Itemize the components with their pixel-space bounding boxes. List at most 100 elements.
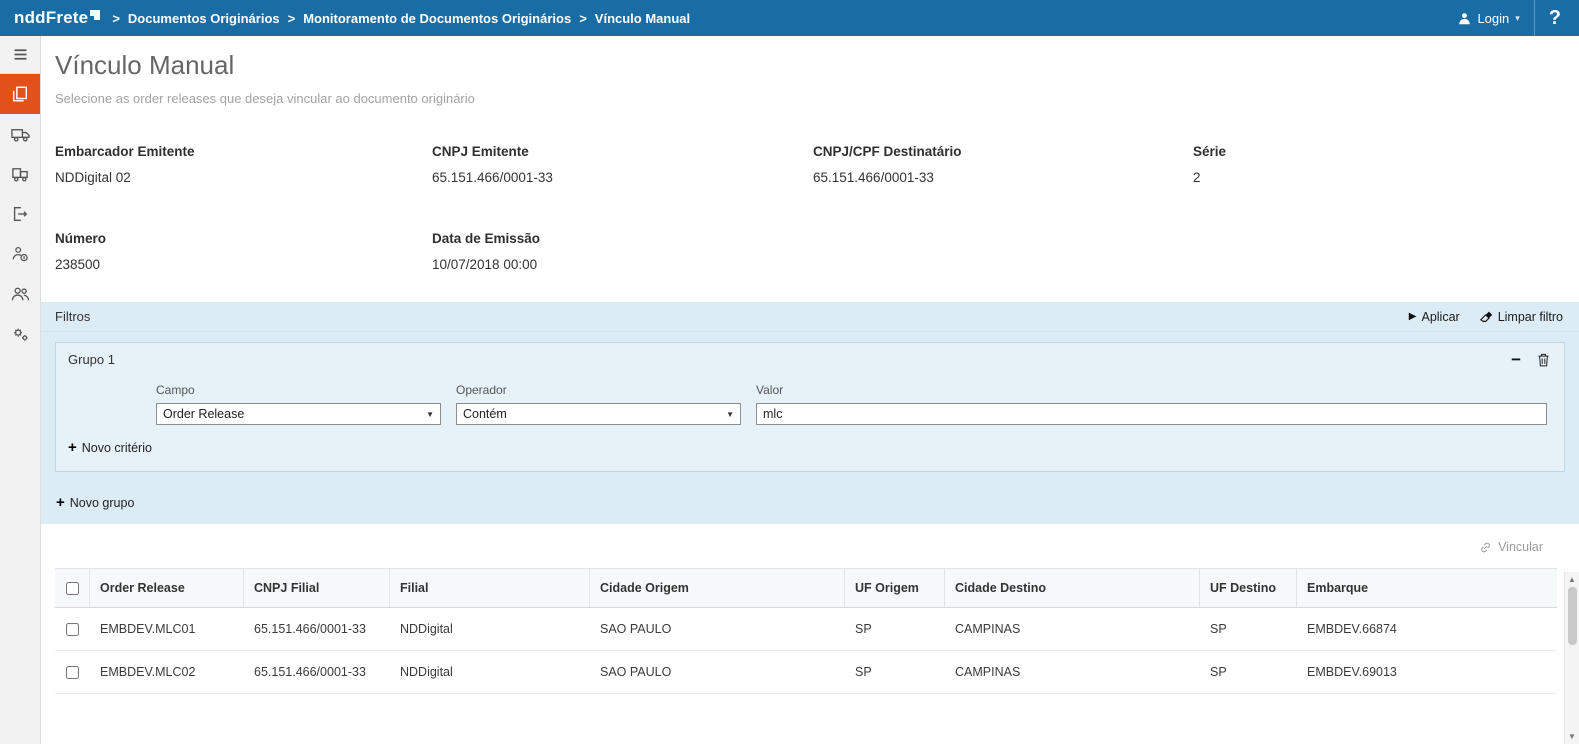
table-row[interactable]: EMBDEV.MLC0165.151.466/0001-33NDDigitalS… bbox=[55, 608, 1557, 651]
row-checkbox-cell[interactable] bbox=[55, 651, 90, 693]
scrollbar-thumb[interactable] bbox=[1568, 587, 1577, 645]
column-header[interactable]: Cidade Destino bbox=[945, 569, 1200, 607]
filters-title: Filtros bbox=[55, 309, 90, 324]
column-header[interactable]: Order Release bbox=[90, 569, 244, 607]
operador-selected-value: Contém bbox=[463, 407, 507, 421]
logo[interactable]: nddFrete bbox=[0, 8, 112, 28]
table-cell: 65.151.466/0001-33 bbox=[244, 651, 390, 693]
valor-input[interactable] bbox=[756, 403, 1547, 425]
column-header[interactable]: UF Destino bbox=[1200, 569, 1297, 607]
operador-label: Operador bbox=[456, 383, 741, 397]
field-label: CNPJ/CPF Destinatário bbox=[813, 144, 1193, 159]
table-header: Order ReleaseCNPJ FilialFilialCidade Ori… bbox=[55, 568, 1557, 608]
column-header[interactable]: Embarque bbox=[1297, 569, 1557, 607]
table-cell: SP bbox=[1200, 608, 1297, 650]
breadcrumb-item-monitoramento[interactable]: Monitoramento de Documentos Originários bbox=[303, 11, 571, 26]
sidebar-item-settings[interactable] bbox=[0, 314, 40, 354]
campo-selected-value: Order Release bbox=[163, 407, 244, 421]
table-cell: CAMPINAS bbox=[945, 651, 1200, 693]
field-embarcador-emitente: Embarcador Emitente NDDigital 02 bbox=[55, 144, 432, 185]
play-icon: ▶ bbox=[1409, 311, 1417, 322]
column-header[interactable]: CNPJ Filial bbox=[244, 569, 390, 607]
sidebar-item-documents[interactable] bbox=[0, 74, 40, 114]
page-title: Vínculo Manual bbox=[55, 50, 1565, 81]
breadcrumb: > Documentos Originários > Monitoramento… bbox=[112, 11, 690, 26]
sidebar-item-users[interactable] bbox=[0, 274, 40, 314]
export-icon bbox=[11, 205, 29, 223]
field-value: 65.151.466/0001-33 bbox=[813, 170, 1193, 185]
help-button[interactable]: ? bbox=[1534, 0, 1579, 36]
breadcrumb-item-vinculo-manual[interactable]: Vínculo Manual bbox=[595, 11, 690, 26]
scroll-up-arrow[interactable]: ▲ bbox=[1565, 572, 1579, 587]
table-row[interactable]: EMBDEV.MLC0265.151.466/0001-33NDDigitalS… bbox=[55, 651, 1557, 694]
login-button[interactable]: Login ▾ bbox=[1444, 0, 1533, 36]
chevron-down-icon: ▾ bbox=[1515, 13, 1520, 24]
sidebar-item-menu[interactable] bbox=[0, 36, 40, 74]
row-checkbox-cell[interactable] bbox=[55, 608, 90, 650]
results-table: Order ReleaseCNPJ FilialFilialCidade Ori… bbox=[55, 568, 1557, 694]
filter-group: Grupo 1 − Campo Order Release ▼ bbox=[55, 342, 1565, 472]
field-numero: Número 238500 bbox=[55, 231, 432, 272]
field-value: 65.151.466/0001-33 bbox=[432, 170, 813, 185]
new-group-button[interactable]: + Novo grupo bbox=[41, 472, 134, 524]
vertical-scrollbar[interactable]: ▲ ▼ bbox=[1564, 572, 1579, 744]
sidebar-item-truck[interactable] bbox=[0, 114, 40, 154]
table-cell: SP bbox=[845, 608, 945, 650]
document-details: Embarcador Emitente NDDigital 02 CNPJ Em… bbox=[41, 144, 1579, 272]
eraser-icon bbox=[1480, 310, 1493, 323]
table-cell: EMBDEV.69013 bbox=[1297, 651, 1557, 693]
table-cell: NDDigital bbox=[390, 651, 590, 693]
select-arrow-icon: ▼ bbox=[720, 410, 734, 419]
table-cell: SAO PAULO bbox=[590, 608, 845, 650]
field-label: Série bbox=[1193, 144, 1565, 159]
valor-label: Valor bbox=[756, 383, 1547, 397]
driver-payment-icon bbox=[11, 245, 29, 263]
vincular-label: Vincular bbox=[1498, 540, 1543, 554]
delete-group-button[interactable] bbox=[1537, 353, 1550, 367]
user-icon bbox=[1458, 12, 1471, 25]
row-checkbox[interactable] bbox=[66, 666, 79, 679]
table-cell: EMBDEV.66874 bbox=[1297, 608, 1557, 650]
page-subtitle: Selecione as order releases que deseja v… bbox=[55, 91, 1565, 106]
plus-icon: + bbox=[68, 442, 77, 454]
settings-gears-icon bbox=[11, 325, 30, 344]
table-cell: 65.151.466/0001-33 bbox=[244, 608, 390, 650]
scroll-down-arrow[interactable]: ▼ bbox=[1565, 729, 1579, 744]
new-criterion-label: Novo critério bbox=[82, 441, 152, 455]
sidebar-item-export[interactable] bbox=[0, 194, 40, 234]
sidebar-item-fleet[interactable] bbox=[0, 154, 40, 194]
field-label: CNPJ Emitente bbox=[432, 144, 813, 159]
new-criterion-button[interactable]: + Novo critério bbox=[56, 425, 164, 471]
select-all-cell[interactable] bbox=[55, 569, 90, 607]
row-checkbox[interactable] bbox=[66, 623, 79, 636]
clear-filter-label: Limpar filtro bbox=[1498, 310, 1563, 324]
plus-icon: + bbox=[56, 497, 65, 509]
sidebar-item-driver-payment[interactable] bbox=[0, 234, 40, 274]
vincular-button[interactable]: Vincular bbox=[1479, 540, 1543, 554]
column-header[interactable]: UF Origem bbox=[845, 569, 945, 607]
field-value: NDDigital 02 bbox=[55, 170, 432, 185]
table-cell: CAMPINAS bbox=[945, 608, 1200, 650]
field-value: 2 bbox=[1193, 170, 1565, 185]
fleet-truck-icon bbox=[11, 165, 30, 184]
column-header[interactable]: Cidade Origem bbox=[590, 569, 845, 607]
users-icon bbox=[11, 285, 30, 304]
field-value: 238500 bbox=[55, 257, 432, 272]
campo-select[interactable]: Order Release ▼ bbox=[156, 403, 441, 425]
filters-section: Filtros ▶ Aplicar Limpar filtro Grupo 1 bbox=[41, 302, 1579, 524]
select-all-checkbox[interactable] bbox=[66, 582, 79, 595]
column-header[interactable]: Filial bbox=[390, 569, 590, 607]
table-cell: SP bbox=[845, 651, 945, 693]
apply-filter-label: Aplicar bbox=[1421, 310, 1459, 324]
breadcrumb-item-documentos-originarios[interactable]: Documentos Originários bbox=[128, 11, 280, 26]
chevron-right-icon: > bbox=[288, 11, 296, 26]
field-cnpj-emitente: CNPJ Emitente 65.151.466/0001-33 bbox=[432, 144, 813, 185]
collapse-group-button[interactable]: − bbox=[1511, 353, 1521, 367]
apply-filter-button[interactable]: ▶ Aplicar bbox=[1409, 310, 1460, 324]
clear-filter-button[interactable]: Limpar filtro bbox=[1480, 310, 1563, 324]
trash-icon bbox=[1537, 353, 1550, 367]
operador-select[interactable]: Contém ▼ bbox=[456, 403, 741, 425]
field-cnpj-cpf-destinatario: CNPJ/CPF Destinatário 65.151.466/0001-33 bbox=[813, 144, 1193, 185]
new-group-label: Novo grupo bbox=[70, 496, 135, 510]
field-label: Embarcador Emitente bbox=[55, 144, 432, 159]
